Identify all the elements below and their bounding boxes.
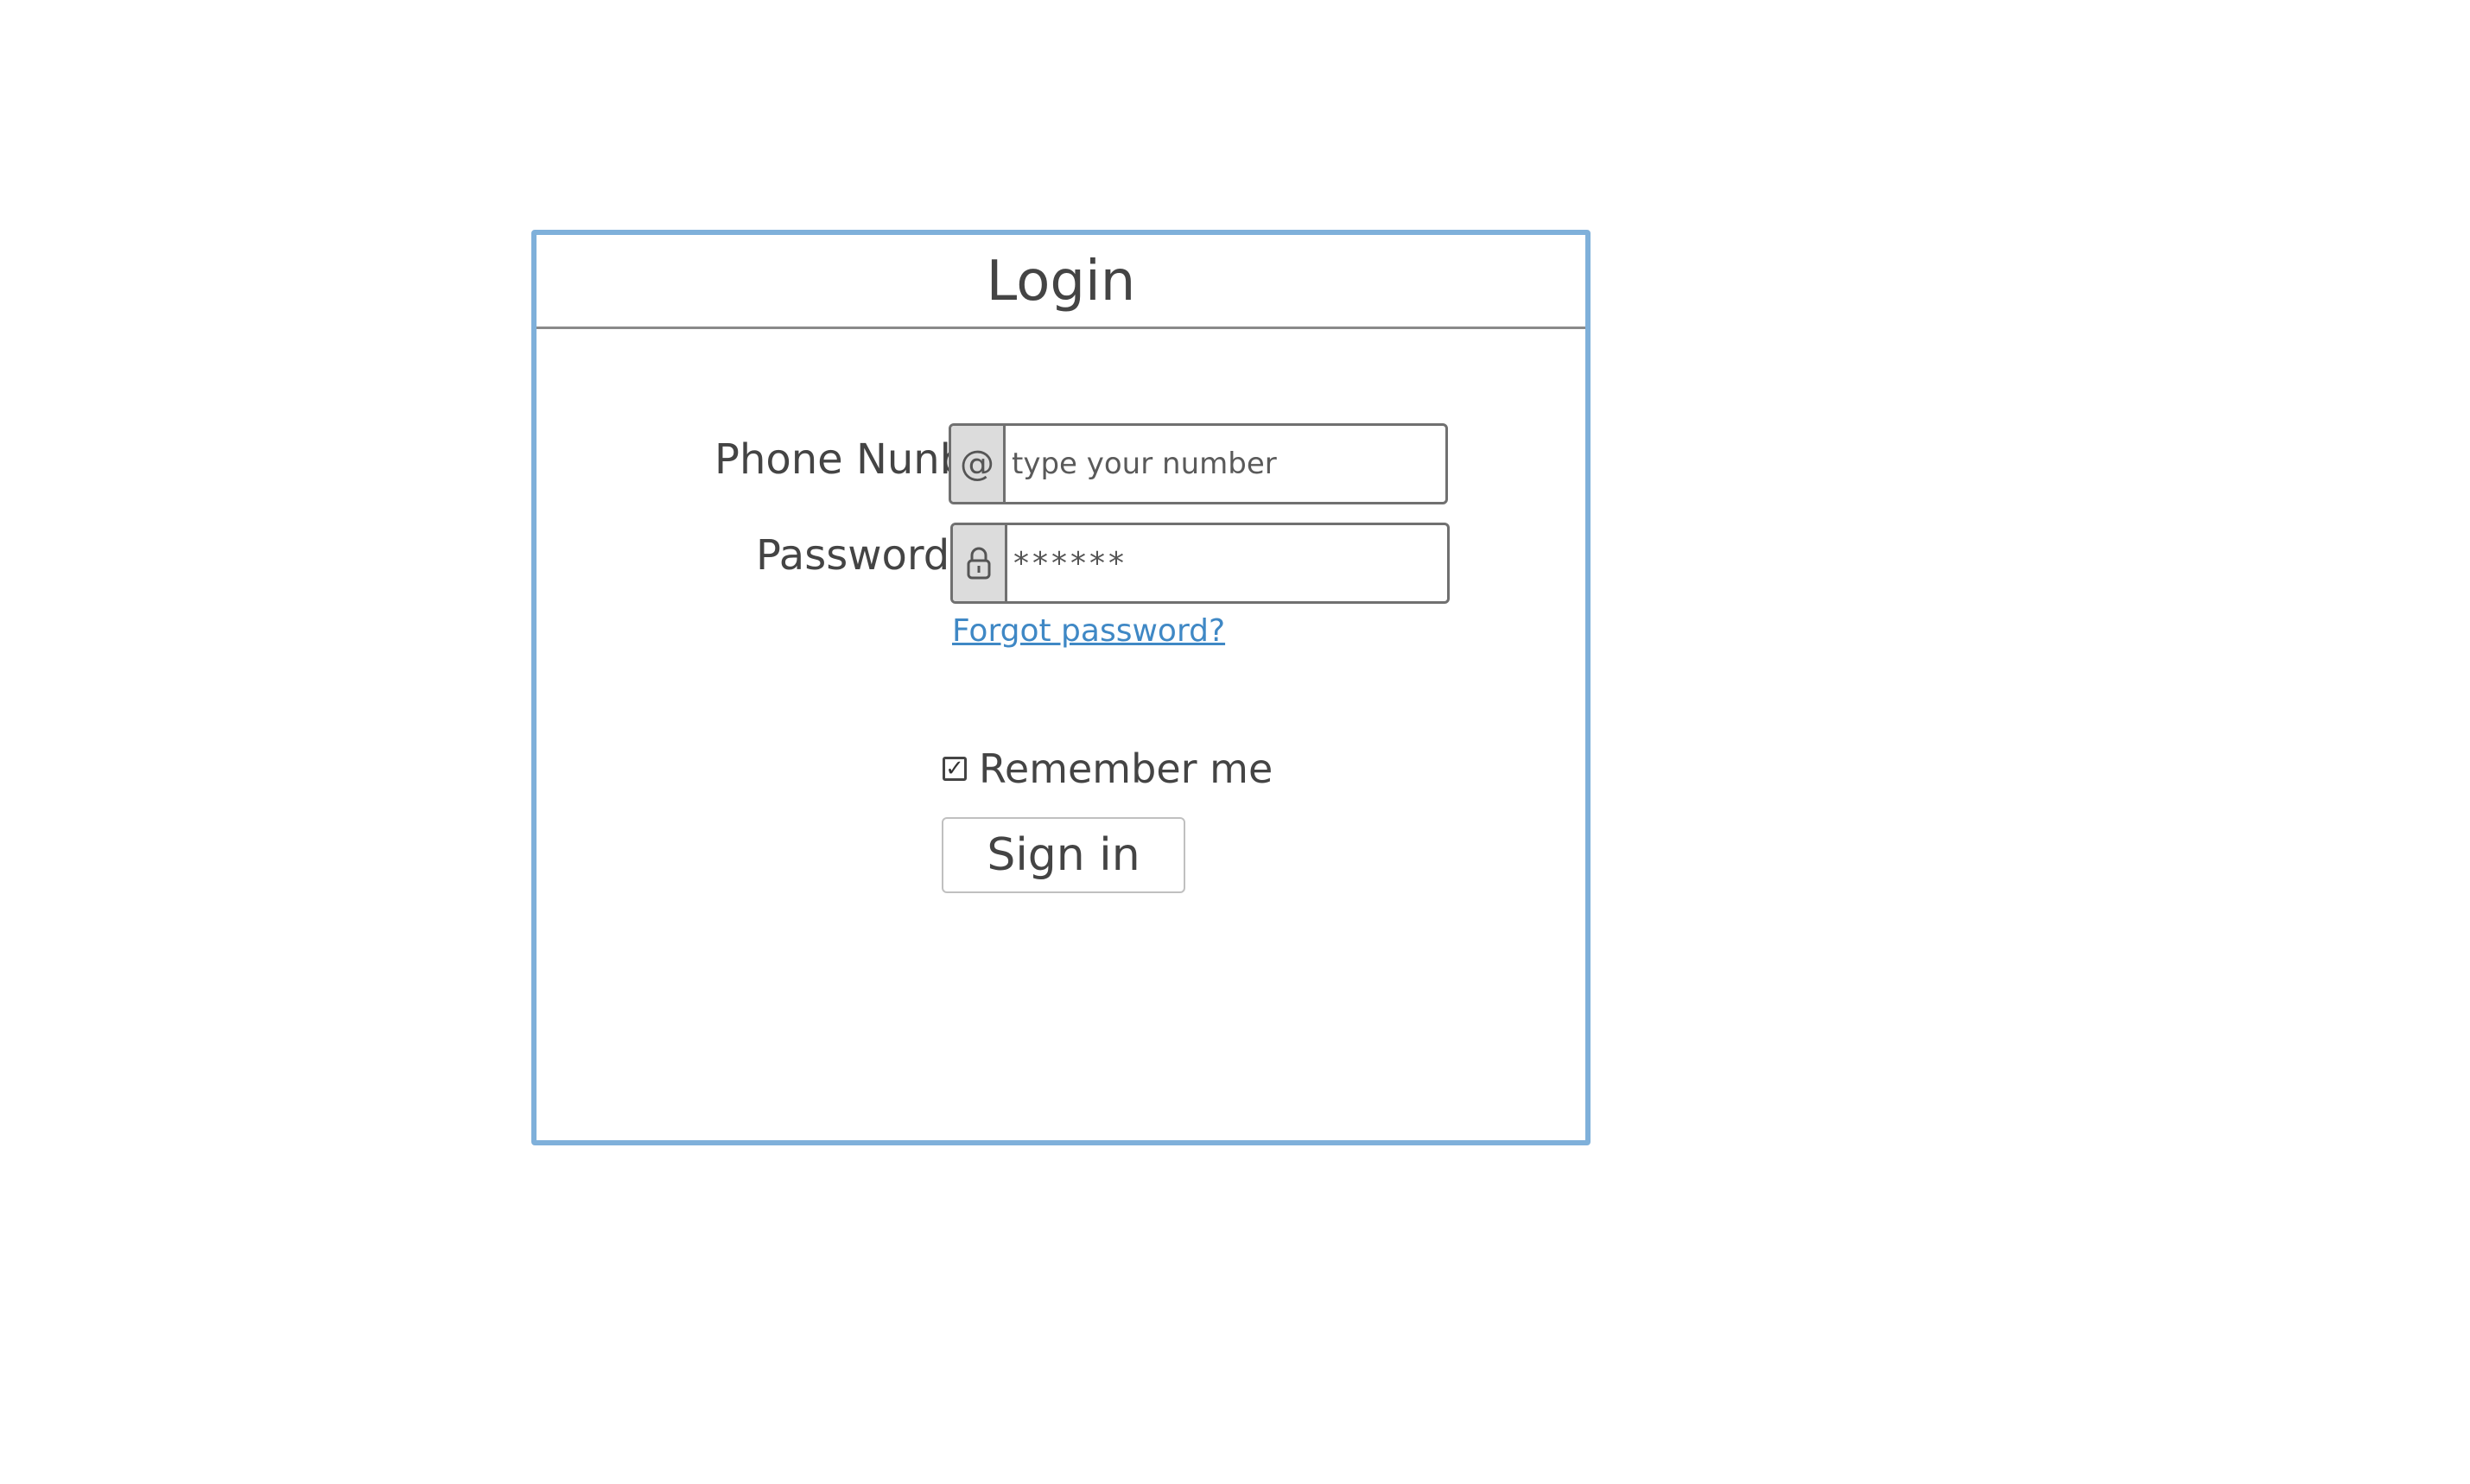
page-title: Login [986, 250, 1136, 314]
password-field[interactable] [950, 523, 1450, 604]
phone-number-field[interactable]: @ [949, 423, 1448, 504]
sign-in-button[interactable]: Sign in [942, 817, 1185, 893]
remember-me-checkbox[interactable]: ✓ [943, 757, 967, 781]
at-sign-icon: @ [951, 426, 1006, 502]
password-input[interactable] [1010, 525, 1440, 601]
remember-me-row: ✓ Remember me [943, 743, 1273, 795]
forgot-password-link[interactable]: Forgot password? [952, 611, 1225, 652]
password-label: Password [756, 531, 950, 580]
lock-icon [953, 525, 1007, 601]
login-window: Login Phone Nunber @ Password Forgot pas… [531, 230, 1591, 1145]
phone-number-input[interactable] [1008, 426, 1438, 502]
login-header: Login [537, 235, 1585, 329]
remember-me-label[interactable]: Remember me [979, 743, 1273, 795]
